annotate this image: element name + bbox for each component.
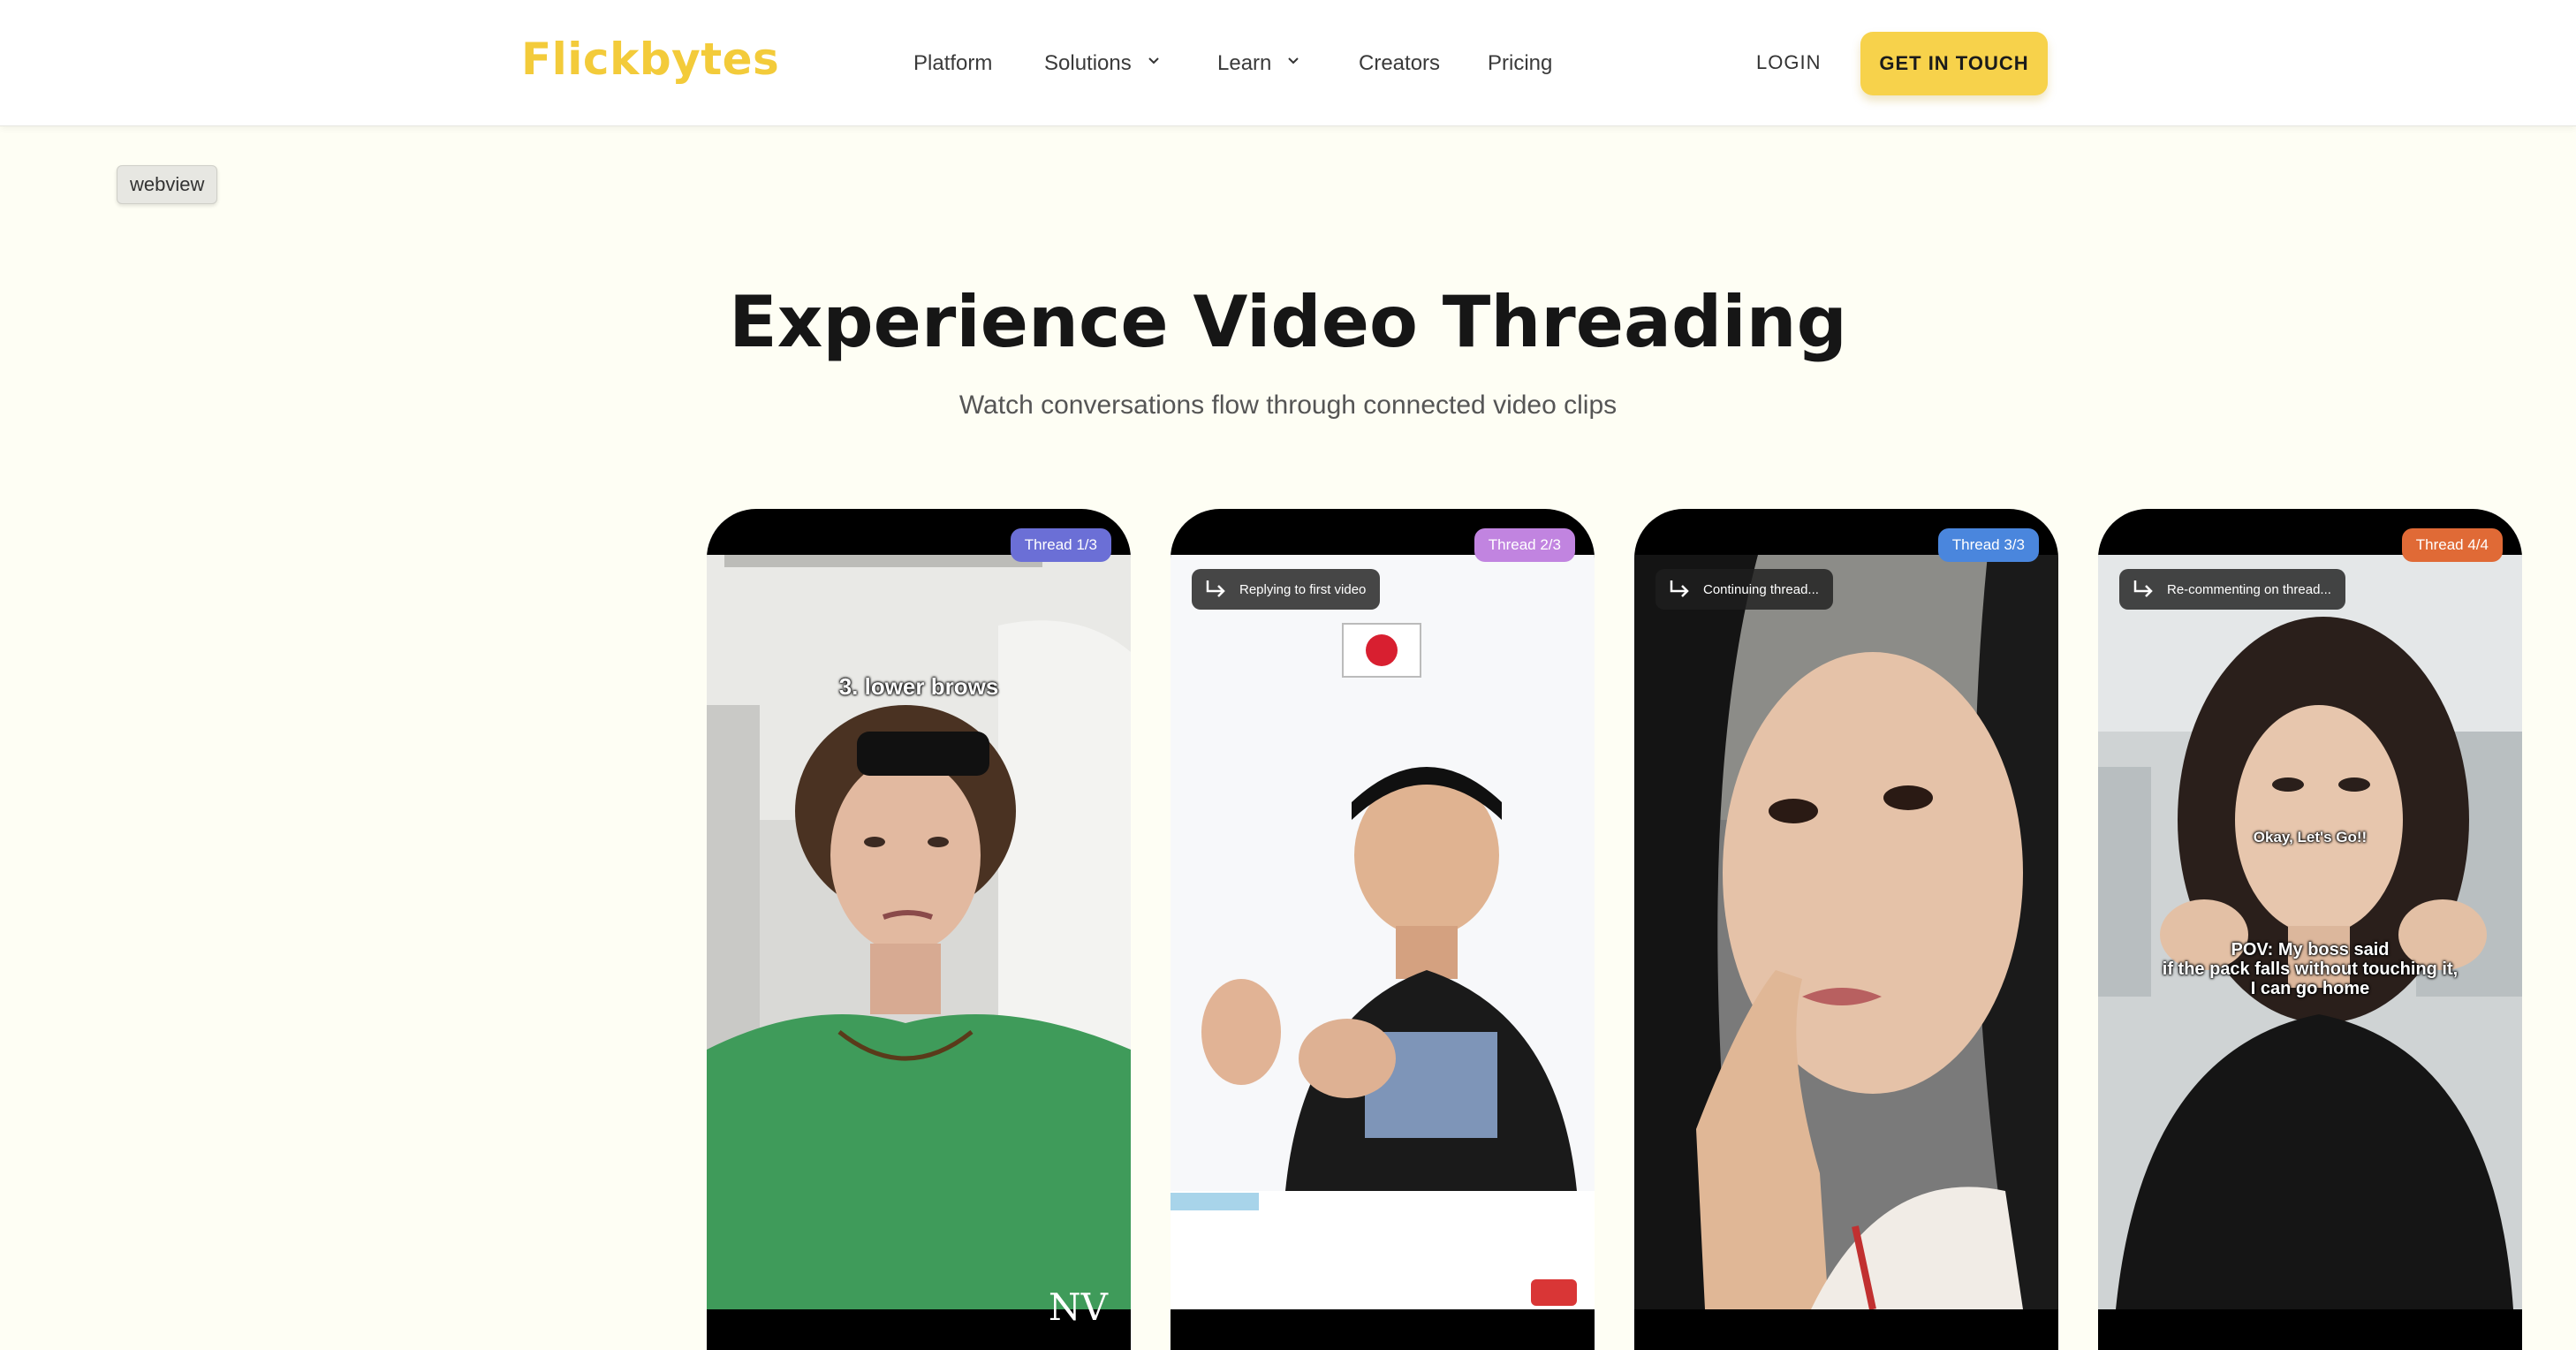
thread-video-card-4[interactable]: Re-commenting on thread... Okay, Let's G… [2098, 509, 2522, 1350]
video-thumbnail-3 [1634, 555, 2058, 1309]
nav-pricing-label: Pricing [1488, 51, 1553, 75]
chevron-down-icon [1288, 57, 1299, 64]
thread-video-card-2[interactable]: Replying to first video Thread 2/3 [1171, 509, 1595, 1350]
nav-creators-label: Creators [1359, 51, 1441, 75]
video-thumbnail-4 [2098, 555, 2522, 1309]
thread-badge: Thread 3/3 [1937, 528, 2039, 562]
reply-chip-label: Replying to first video [1239, 581, 1367, 597]
thread-badge: Thread 2/3 [1474, 528, 1575, 562]
video-thumbnail-2 [1171, 555, 1595, 1309]
nav-pricing[interactable]: Pricing [1488, 51, 1552, 76]
reply-arrow-icon [2133, 580, 2153, 597]
get-in-touch-button[interactable]: GET IN TOUCH [1860, 32, 2048, 95]
reply-chip-label: Re-commenting on thread... [2167, 581, 2331, 597]
page-title: Experience Video Threading [729, 281, 1847, 363]
nav-learn[interactable]: Learn [1217, 51, 1299, 76]
nav-learn-label: Learn [1217, 51, 1272, 75]
top-navbar: Flickbytes Platform Solutions Learn Crea… [0, 0, 2576, 126]
video-caption: POV: My boss said [2231, 940, 2390, 959]
nav-creators[interactable]: Creators [1359, 51, 1440, 76]
reply-arrow-icon [1670, 580, 1689, 597]
nav-solutions-label: Solutions [1044, 51, 1132, 75]
reply-chip[interactable]: Continuing thread... [1655, 569, 1833, 610]
chevron-down-icon [1148, 57, 1159, 64]
video-caption: I can go home [2250, 979, 2370, 998]
page-subtitle: Watch conversations flow through connect… [958, 391, 1618, 420]
video-caption: if the pack falls without touching it, [2162, 959, 2459, 979]
reply-chip[interactable]: Replying to first video [1192, 569, 1381, 610]
reply-chip-label: Continuing thread... [1703, 581, 1819, 597]
video-thumbnail-1 [707, 555, 1131, 1309]
brand-logo[interactable]: Flickbytes [521, 34, 779, 85]
video-caption: 3. lower brows [838, 673, 999, 700]
login-link[interactable]: LOGIN [1756, 51, 1821, 74]
thread-video-card-3[interactable]: Continuing thread... Thread 3/3 [1634, 509, 2058, 1350]
thread-video-card-1[interactable]: 3. lower brows NV Thread 1/3 [707, 509, 1131, 1350]
thread-badge: Thread 4/4 [2401, 528, 2503, 562]
reply-chip[interactable]: Re-commenting on thread... [2119, 569, 2345, 610]
nav-solutions[interactable]: Solutions [1044, 51, 1160, 76]
nav-platform-label: Platform [913, 51, 993, 75]
reply-arrow-icon [1206, 580, 1225, 597]
watermark-logo: NV [1048, 1286, 1108, 1329]
thread-badge: Thread 1/3 [1010, 528, 1111, 562]
nav-platform[interactable]: Platform [913, 51, 992, 76]
video-caption: Okay, Let's Go!! [2253, 829, 2368, 846]
webview-tag: webview [117, 165, 218, 204]
